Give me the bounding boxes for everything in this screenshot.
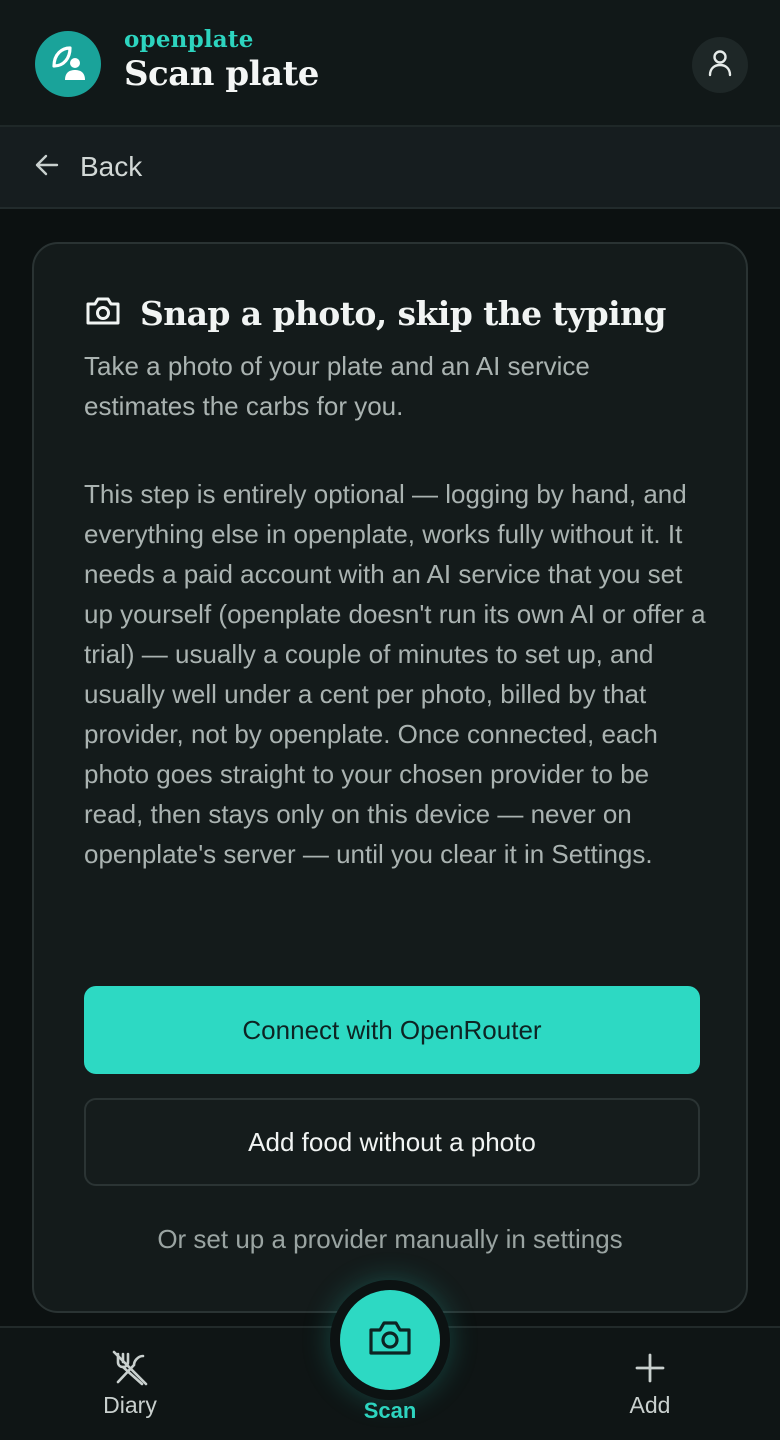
scan-fab-button[interactable] — [340, 1290, 440, 1390]
plus-icon — [634, 1348, 666, 1388]
back-label: Back — [80, 151, 143, 182]
nav-diary-label: Diary — [103, 1392, 157, 1418]
nav-add-label: Add — [629, 1392, 671, 1418]
nav-diary[interactable]: Diary — [50, 1328, 210, 1440]
app-header: openplate Scan plate — [0, 0, 780, 127]
user-icon — [707, 49, 733, 82]
page-title: Scan plate — [124, 54, 319, 94]
brand-name: openplate — [124, 26, 254, 53]
card-intro: Take a photo of your plate and an AI ser… — [84, 351, 590, 421]
profile-button[interactable] — [692, 37, 748, 93]
arrow-left-icon — [34, 152, 60, 183]
card-heading: Snap a photo, skip the typing — [84, 294, 667, 333]
nav-scan-label: Scan — [363, 1398, 417, 1423]
back-button[interactable]: Back — [0, 127, 780, 209]
nav-add[interactable]: Add — [570, 1328, 730, 1440]
camera-icon — [84, 295, 122, 332]
nav-scan[interactable] — [330, 1280, 450, 1400]
connect-openrouter-button[interactable]: Connect with OpenRouter — [84, 986, 700, 1074]
scan-intro-card: Snap a photo, skip the typing Take a pho… — [32, 242, 748, 1313]
fork-knife-crossed-icon — [110, 1348, 150, 1388]
manual-setup-link[interactable]: Or set up a provider manually in setting… — [34, 1224, 746, 1255]
openplate-logo-icon — [35, 31, 101, 97]
add-food-without-photo-button[interactable]: Add food without a photo — [84, 1098, 700, 1186]
card-title: Snap a photo, skip the typing — [140, 294, 667, 333]
card-body: This step is entirely optional — logging… — [84, 479, 706, 869]
camera-icon — [367, 1319, 413, 1362]
